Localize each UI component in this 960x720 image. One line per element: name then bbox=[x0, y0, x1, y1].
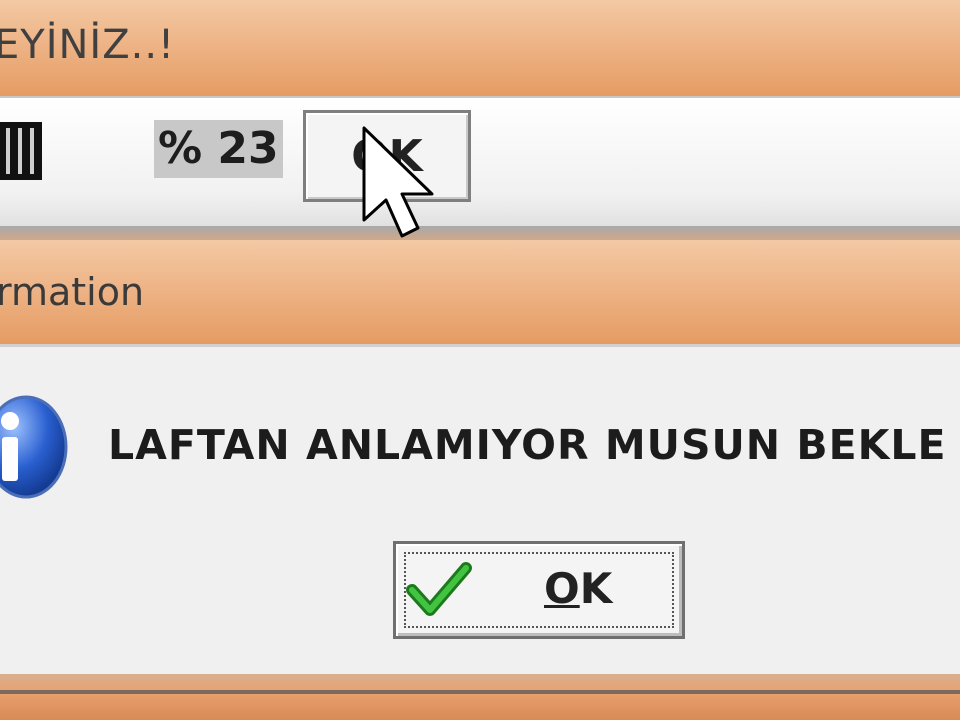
back-window-titlebar[interactable]: EYİNİZ..! bbox=[0, 0, 960, 96]
information-dialog: LAFTAN ANLAMIYOR MUSUN BEKLE D OK bbox=[0, 344, 960, 674]
progress-percent-label: % 23 bbox=[154, 120, 283, 178]
info-icon bbox=[0, 395, 68, 499]
mouse-cursor-icon bbox=[362, 126, 434, 238]
divider bbox=[0, 690, 960, 694]
taskbar-edge bbox=[0, 674, 960, 720]
dialog-ok-button[interactable]: OK bbox=[393, 541, 685, 639]
checkmark-icon bbox=[406, 562, 472, 616]
back-window-title: EYİNİZ..! bbox=[0, 22, 176, 68]
dialog-title: rmation bbox=[0, 270, 145, 314]
dialog-ok-label: OK bbox=[544, 564, 613, 613]
window-shadow bbox=[0, 226, 960, 240]
dialog-message: LAFTAN ANLAMIYOR MUSUN BEKLE D bbox=[108, 421, 960, 469]
back-window-content: % 23 OK bbox=[0, 96, 960, 236]
progress-bar bbox=[0, 122, 42, 180]
information-dialog-titlebar[interactable]: rmation bbox=[0, 240, 960, 344]
